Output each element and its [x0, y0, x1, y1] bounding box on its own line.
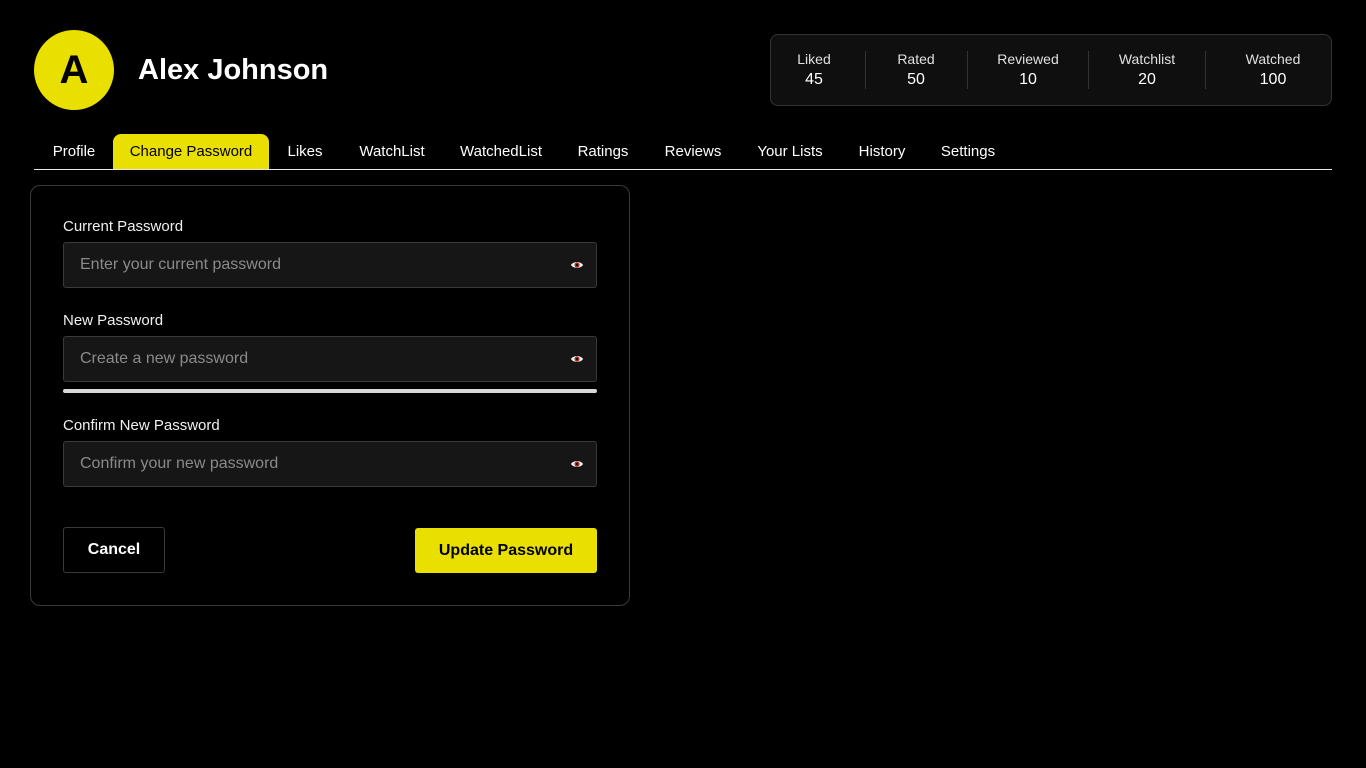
- confirm-password-field: [63, 441, 597, 487]
- stat-label: Liked: [797, 51, 831, 67]
- stat-watchlist: Watchlist 20: [1119, 50, 1175, 91]
- eye-icon[interactable]: [570, 352, 584, 366]
- new-password-label: New Password: [63, 312, 164, 329]
- current-password-input[interactable]: [64, 243, 596, 287]
- stat-label: Watched: [1245, 51, 1301, 67]
- new-password-input[interactable]: [64, 337, 596, 381]
- eye-icon[interactable]: [570, 258, 584, 272]
- tab-watchedlist[interactable]: WatchedList: [446, 134, 556, 169]
- stat-divider: [1088, 51, 1089, 89]
- stat-value: 10: [1019, 71, 1037, 88]
- tab-reviews[interactable]: Reviews: [652, 134, 734, 169]
- stat-divider: [1205, 51, 1206, 89]
- password-strength-bar: [63, 389, 597, 393]
- confirm-password-label: Confirm New Password: [63, 417, 220, 434]
- new-password-field: [63, 336, 597, 382]
- update-password-button[interactable]: Update Password: [415, 528, 597, 573]
- stat-divider: [967, 51, 968, 89]
- tab-profile[interactable]: Profile: [39, 134, 109, 169]
- tab-change-password[interactable]: Change Password: [113, 134, 269, 169]
- stat-value: 50: [907, 71, 925, 88]
- profile-page: A Alex Johnson Liked 45 Rated 50 Reviewe…: [0, 0, 1366, 768]
- stat-rated: Rated 50: [897, 50, 934, 91]
- stat-value: 20: [1138, 71, 1156, 88]
- confirm-password-input[interactable]: [64, 442, 596, 486]
- tab-watchlist[interactable]: WatchList: [345, 134, 439, 169]
- tab-ratings[interactable]: Ratings: [565, 134, 641, 169]
- stats-panel: Liked 45 Rated 50 Reviewed 10 Watchlist …: [770, 34, 1332, 106]
- stat-reviewed: Reviewed 10: [997, 50, 1058, 91]
- current-password-field: [63, 242, 597, 288]
- stat-label: Reviewed: [997, 51, 1059, 67]
- tab-your-lists[interactable]: Your Lists: [745, 134, 835, 169]
- stat-liked: Liked 45: [797, 50, 830, 91]
- tab-settings[interactable]: Settings: [930, 134, 1006, 169]
- change-password-card: Current Password New Password Confirm Ne…: [30, 185, 630, 606]
- avatar: A: [34, 30, 114, 110]
- tab-history[interactable]: History: [847, 134, 917, 169]
- eye-icon[interactable]: [570, 457, 584, 471]
- stat-divider: [865, 51, 866, 89]
- tab-likes[interactable]: Likes: [273, 134, 337, 169]
- stat-value: 45: [805, 71, 823, 88]
- stat-label: Watchlist: [1118, 51, 1176, 67]
- current-password-label: Current Password: [63, 218, 184, 235]
- stat-watched: Watched 100: [1246, 50, 1301, 91]
- stat-label: Rated: [897, 51, 935, 67]
- user-name: Alex Johnson: [138, 54, 329, 86]
- cancel-button[interactable]: Cancel: [63, 527, 165, 573]
- profile-tabs: Profile Change Password Likes WatchList …: [34, 134, 1332, 170]
- stat-value: 100: [1259, 71, 1287, 88]
